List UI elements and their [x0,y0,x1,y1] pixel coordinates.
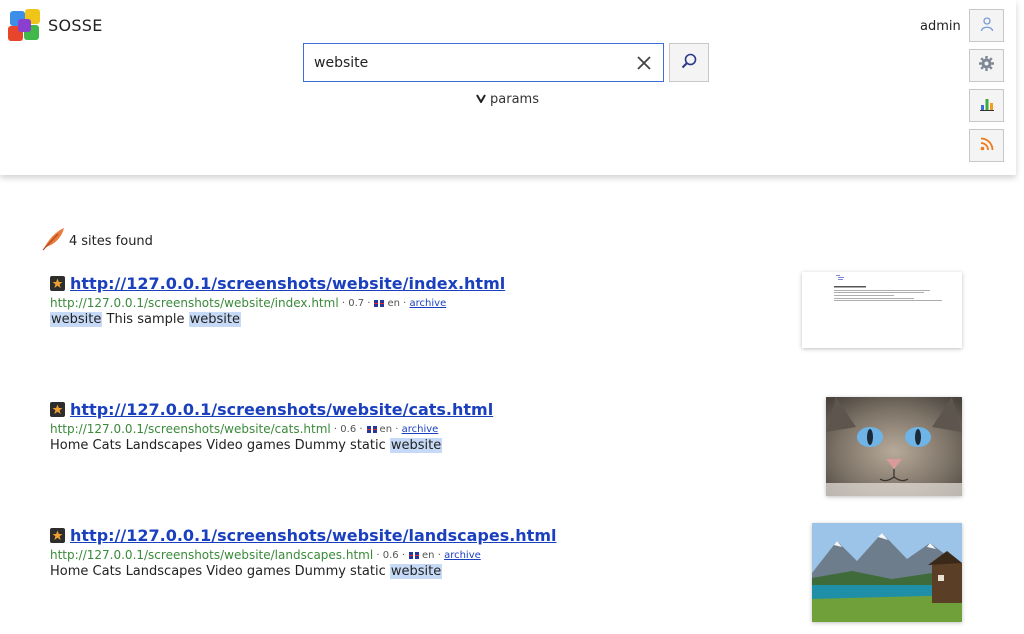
snippet-text: Home Cats Landscapes Video games Dummy s… [50,438,390,453]
result-lang: en [379,423,393,435]
profile-button[interactable] [969,9,1004,42]
search-input[interactable] [304,54,624,71]
uk-flag-icon [409,551,420,559]
rss-button[interactable] [969,129,1004,162]
result-score: 0.6 [382,549,399,561]
snippet-text: This sample [102,312,189,327]
result-title-link[interactable]: http://127.0.0.1/screenshots/website/cat… [70,400,493,419]
chevron-down-icon [476,92,486,107]
settings-button[interactable] [969,49,1004,82]
uk-flag-icon [374,299,385,307]
result-score: 0.6 [340,423,357,435]
close-icon[interactable] [635,54,653,72]
archive-link[interactable]: archive [410,298,447,309]
uk-flag-icon [366,425,377,433]
result-title-link[interactable]: http://127.0.0.1/screenshots/website/ind… [70,274,505,293]
star-icon [50,527,65,543]
app-name: SOSSE [48,16,103,35]
logo-link[interactable]: SOSSE [8,9,103,42]
result-thumbnail[interactable] [802,272,962,348]
search-icon [680,52,698,74]
result-url: http://127.0.0.1/screenshots/website/ind… [50,296,339,310]
snippet-highlight: website [389,564,443,579]
snippet-highlight: website [50,312,103,327]
top-bar: SOSSE params admin [0,0,1016,175]
feather-icon [40,226,66,256]
star-icon [50,401,65,417]
result-lang: en [387,297,400,309]
search-button[interactable] [669,43,709,82]
search-field[interactable] [303,43,664,82]
bar-chart-icon [979,96,994,115]
params-label: params [490,92,539,107]
result-title-link[interactable]: http://127.0.0.1/screenshots/website/lan… [70,526,556,545]
username: admin [920,19,961,34]
result-url: http://127.0.0.1/screenshots/website/lan… [50,548,374,562]
stats-button[interactable] [969,89,1004,122]
result-url: http://127.0.0.1/screenshots/website/cat… [50,422,331,436]
star-icon [50,275,65,291]
gear-icon [978,55,995,76]
results-summary: 4 sites found [40,226,153,256]
archive-link[interactable]: archive [444,550,481,561]
landscape-thumbnail[interactable] [812,523,962,622]
archive-link[interactable]: archive [402,424,439,435]
result-score: 0.7 [348,297,365,309]
result-lang: en [422,549,435,561]
cat-thumbnail[interactable] [826,397,962,496]
snippet-highlight: website [389,438,443,453]
rss-icon [980,136,994,155]
user-icon [979,16,995,36]
snippet-text: Home Cats Landscapes Video games Dummy s… [50,564,390,579]
params-toggle[interactable]: params [476,92,539,107]
snippet-highlight: website [188,312,241,327]
results-count: 4 [69,233,78,249]
results-label: sites found [81,233,153,249]
sosse-logo-icon [8,9,41,42]
